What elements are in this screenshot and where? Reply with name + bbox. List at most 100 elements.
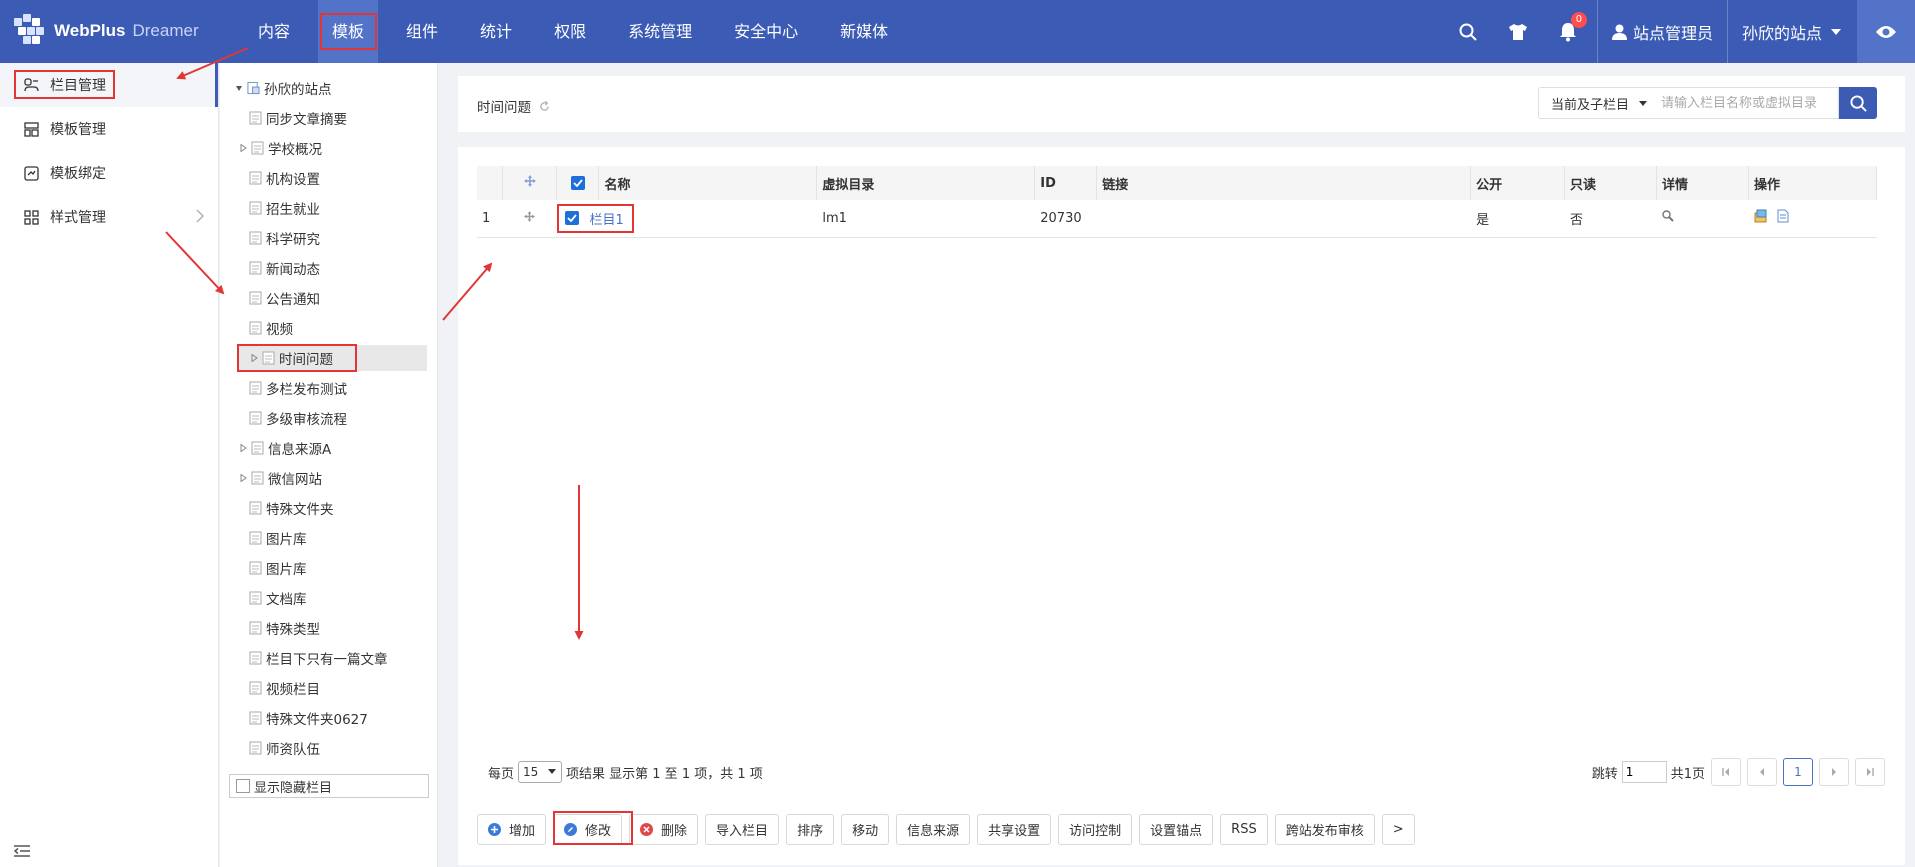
tree-item[interactable]: 同步文章摘要: [249, 105, 347, 131]
tree-item[interactable]: 视频: [249, 315, 293, 341]
expanded-arrow-icon[interactable]: [234, 83, 244, 93]
header-id[interactable]: ID: [1034, 166, 1098, 200]
import-columns-button[interactable]: 导入栏目: [705, 813, 780, 845]
nav-new-media[interactable]: 新媒体: [826, 0, 902, 63]
tree-item[interactable]: 科学研究: [249, 225, 320, 251]
share-settings-button[interactable]: 共享设置: [977, 813, 1052, 845]
search-button[interactable]: [1839, 87, 1877, 119]
info-source-button[interactable]: 信息来源: [896, 813, 971, 845]
prev-page-icon: [1760, 768, 1764, 776]
row-checkbox[interactable]: [565, 211, 580, 226]
row-drag-handle[interactable]: [502, 200, 557, 238]
tree-item[interactable]: 信息来源A: [238, 435, 331, 461]
set-anchor-button[interactable]: 设置锚点: [1139, 813, 1214, 845]
add-button[interactable]: 增加: [477, 813, 547, 845]
last-page-button[interactable]: [1855, 758, 1885, 786]
collapsed-arrow-icon[interactable]: [238, 443, 248, 453]
tree-item[interactable]: 多栏发布测试: [249, 375, 347, 401]
move-button[interactable]: 移动: [841, 813, 890, 845]
tree-item-label: 文档库: [266, 592, 307, 608]
nav-system[interactable]: 系统管理: [614, 0, 706, 63]
sort-button[interactable]: 排序: [786, 813, 835, 845]
tree-item[interactable]: 时间问题: [237, 345, 427, 371]
rss-button[interactable]: RSS: [1220, 813, 1268, 845]
document-icon: [249, 531, 262, 545]
prev-page-button[interactable]: [1747, 758, 1777, 786]
select-all-checkbox[interactable]: [570, 176, 585, 190]
refresh-icon[interactable]: [539, 100, 550, 112]
search-input[interactable]: [1655, 87, 1839, 119]
edit-button[interactable]: 修改: [553, 813, 623, 845]
tree-item[interactable]: 机构设置: [249, 165, 320, 191]
tree-item[interactable]: 公告通知: [249, 285, 320, 311]
header-name[interactable]: 名称: [598, 166, 818, 200]
user-menu[interactable]: 站点管理员: [1596, 0, 1727, 63]
checkbox-icon[interactable]: [236, 779, 250, 793]
nav-content[interactable]: 内容: [244, 0, 304, 63]
sidebar-item-template-manage[interactable]: 模板管理: [0, 107, 218, 151]
row-public: 是: [1470, 200, 1565, 238]
tree-item[interactable]: 图片库: [249, 555, 307, 581]
sidebar-item-style-manage[interactable]: 样式管理: [0, 195, 218, 239]
page-button-current[interactable]: 1: [1783, 758, 1813, 786]
tree-item-label: 学校概况: [268, 142, 322, 158]
delete-button[interactable]: 删除: [629, 813, 699, 845]
nav-permission[interactable]: 权限: [540, 0, 600, 63]
nav-security[interactable]: 安全中心: [720, 0, 812, 63]
eye-icon[interactable]: [1857, 0, 1915, 63]
sidebar-item-template-bind[interactable]: 模板绑定: [0, 151, 218, 195]
last-page-icon: [1867, 768, 1874, 776]
tree-item[interactable]: 栏目下只有一篇文章: [249, 645, 388, 671]
search-icon[interactable]: [1443, 0, 1493, 63]
document-icon: [262, 351, 275, 365]
edit-template-icon[interactable]: [1754, 209, 1768, 223]
cross-site-review-button[interactable]: 跨站发布审核: [1274, 813, 1375, 845]
jump-input[interactable]: [1621, 761, 1667, 783]
nav-template[interactable]: 模板: [318, 0, 379, 63]
tree-item[interactable]: 特殊文件夹: [249, 495, 334, 521]
bell-icon[interactable]: 0: [1543, 0, 1593, 63]
tree-item[interactable]: 学校概况: [238, 135, 322, 161]
show-hidden-label: 显示隐藏栏目: [254, 780, 333, 796]
site-switcher[interactable]: 孙欣的站点: [1726, 0, 1857, 63]
nav-statistics[interactable]: 统计: [466, 0, 526, 63]
logo[interactable]: WebPlus Dreamer: [14, 12, 199, 50]
collapsed-arrow-icon[interactable]: [238, 143, 248, 153]
column-table: 名称 虚拟目录 ID 链接 公开 只读 详情 操作 1 栏目1 lm1 2073…: [477, 166, 1878, 238]
nav-component[interactable]: 组件: [392, 0, 452, 63]
tree-item[interactable]: 特殊文件夹0627: [249, 705, 368, 731]
tree-item[interactable]: 图片库: [249, 525, 307, 551]
tree-root[interactable]: 孙欣的站点: [234, 75, 332, 101]
header-readonly[interactable]: 只读: [1564, 166, 1657, 200]
tree-item-label: 信息来源A: [268, 442, 332, 458]
header-link[interactable]: 链接: [1096, 166, 1472, 200]
scope-select[interactable]: 当前及子栏目: [1538, 87, 1656, 119]
per-page-select[interactable]: 15: [518, 761, 563, 783]
more-button[interactable]: >: [1381, 813, 1415, 845]
header-vdir[interactable]: 虚拟目录: [816, 166, 1036, 200]
collapse-sidebar-icon[interactable]: [13, 845, 30, 861]
show-hidden-columns-checkbox[interactable]: 显示隐藏栏目: [229, 774, 429, 798]
document-icon[interactable]: [1776, 209, 1790, 223]
collapsed-arrow-icon[interactable]: [249, 353, 259, 363]
tree-item[interactable]: 文档库: [249, 585, 307, 611]
table-row[interactable]: 1 栏目1 lm1 20730 是 否: [477, 200, 1877, 238]
delete-label: 删除: [661, 823, 688, 839]
sidebar-item-column-manage[interactable]: 栏目管理: [0, 63, 218, 107]
tree-item[interactable]: 师资队伍: [249, 735, 320, 761]
magnifier-icon[interactable]: [1662, 210, 1674, 222]
header-public[interactable]: 公开: [1470, 166, 1566, 200]
first-page-button[interactable]: [1711, 758, 1741, 786]
tree-item[interactable]: 视频栏目: [249, 675, 320, 701]
collapsed-arrow-icon[interactable]: [238, 473, 248, 483]
tree-item[interactable]: 特殊类型: [249, 615, 320, 641]
tree-item[interactable]: 多级审核流程: [249, 405, 347, 431]
access-control-button[interactable]: 访问控制: [1058, 813, 1133, 845]
tree-item[interactable]: 招生就业: [249, 195, 320, 221]
tree-item[interactable]: 新闻动态: [249, 255, 320, 281]
tshirt-icon[interactable]: [1493, 0, 1543, 63]
caret-down-icon: [1639, 101, 1647, 106]
tree-item[interactable]: 微信网站: [238, 465, 322, 491]
row-name-link[interactable]: 栏目1: [589, 209, 623, 228]
next-page-button[interactable]: [1819, 758, 1849, 786]
